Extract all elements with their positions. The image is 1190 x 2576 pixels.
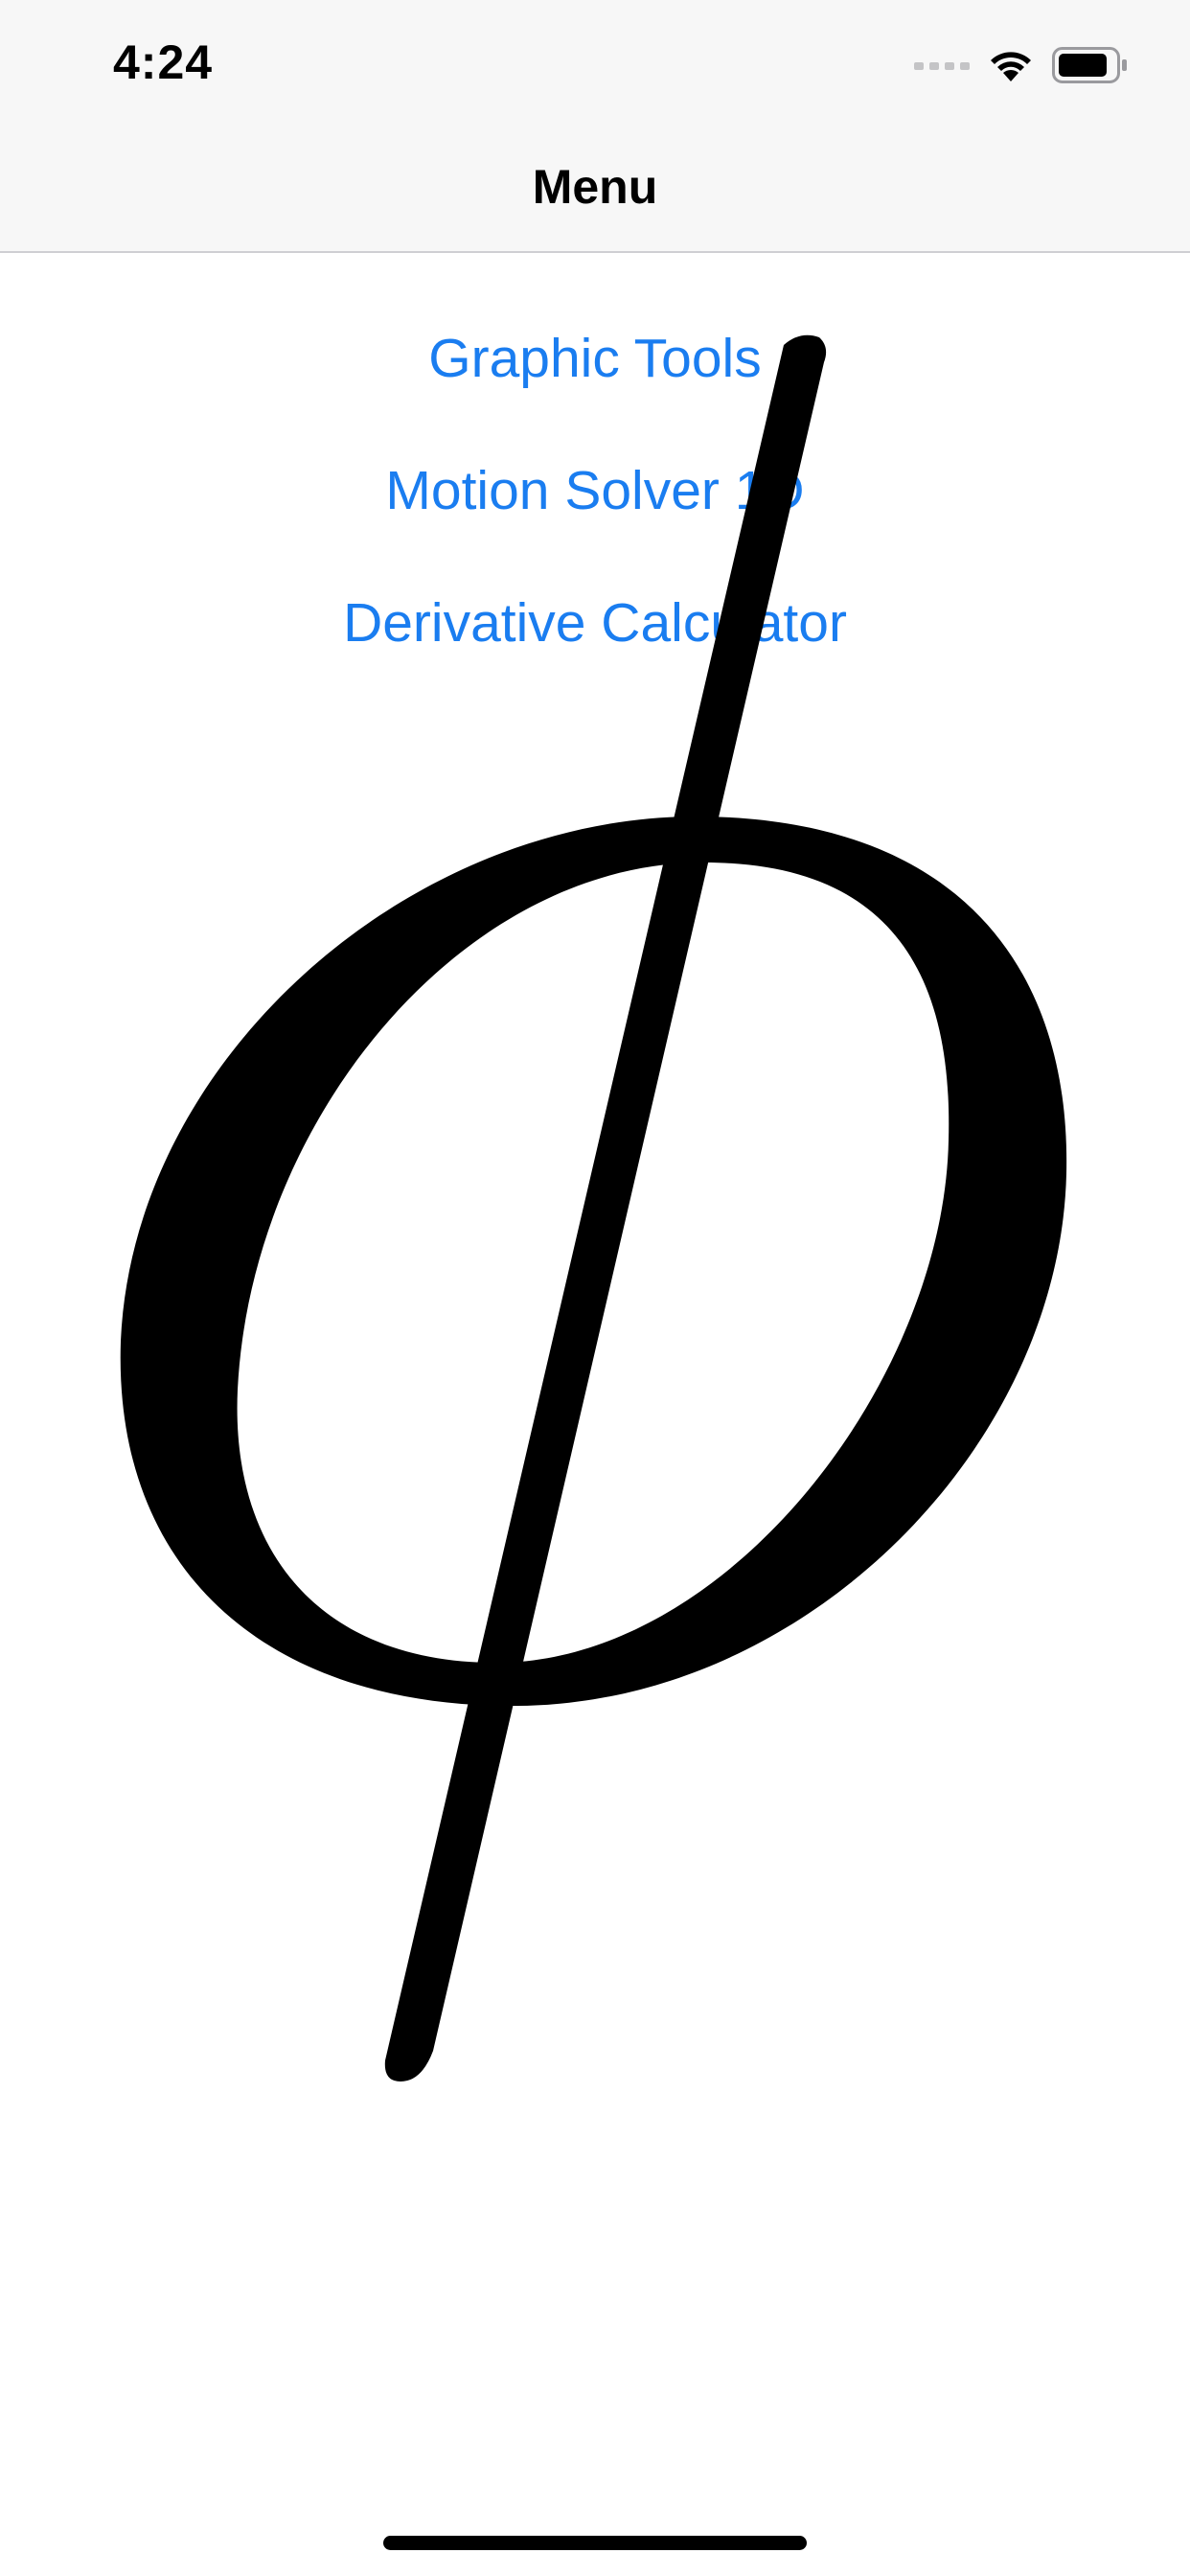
status-icons — [914, 38, 1129, 92]
derivative-calculator-link[interactable]: Derivative Calculator — [0, 557, 1190, 689]
status-time: 4:24 — [113, 35, 214, 89]
navigation-bar: 4:24 Menu — [0, 0, 1190, 253]
page-title: Menu — [532, 160, 658, 214]
battery-icon — [1052, 47, 1127, 83]
signal-dots-icon — [914, 62, 970, 70]
motion-solver-link[interactable]: Motion Solver 1D — [0, 425, 1190, 557]
graphic-tools-link[interactable]: Graphic Tools — [0, 292, 1190, 425]
home-indicator[interactable] — [383, 2536, 807, 2550]
menu-screen: 4:24 Menu Graphic Tools Motion Solver 1D… — [0, 0, 1190, 2576]
wifi-icon — [991, 52, 1031, 81]
phi-bowl — [120, 816, 1067, 1707]
menu-list: Graphic Tools Motion Solver 1D Derivativ… — [0, 292, 1190, 689]
